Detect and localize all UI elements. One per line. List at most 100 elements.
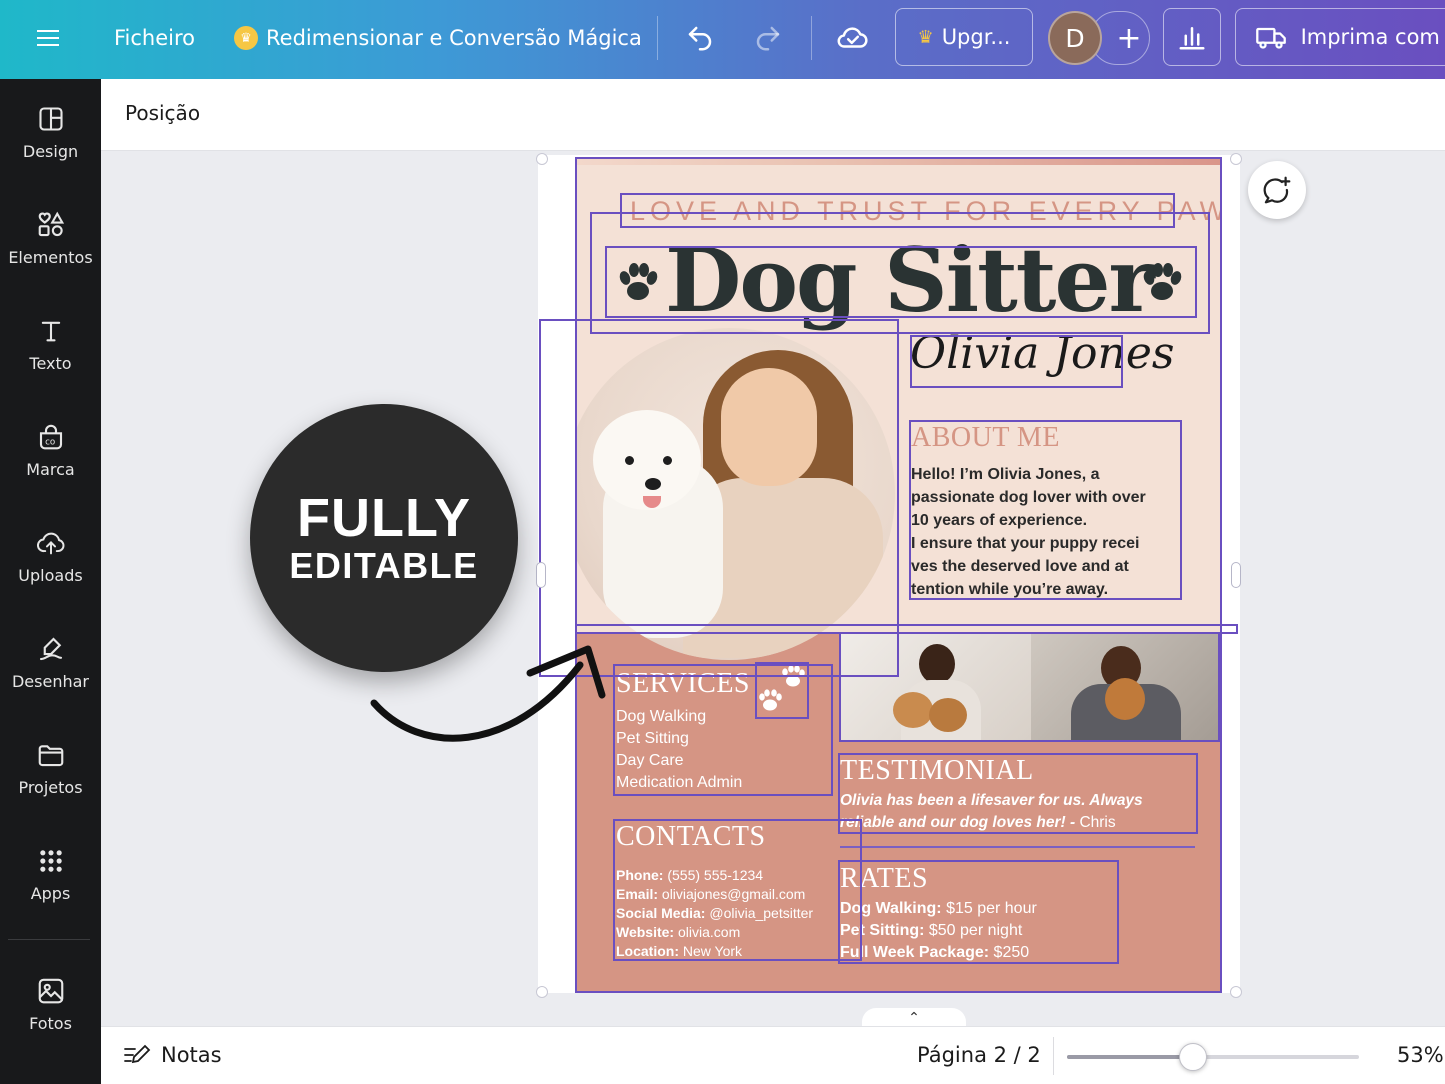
name-script-text[interactable]: Olivia Jones — [910, 328, 1174, 379]
photo-icon — [36, 976, 66, 1006]
testimonial-text[interactable]: Olivia has been a lifesaver for us. Alwa… — [840, 790, 1190, 834]
photo-woman-with-puppies[interactable] — [841, 634, 1031, 740]
menu-icon — [37, 37, 59, 39]
testimonial-author: Chris — [1079, 814, 1116, 831]
contact-value: olivia.com — [674, 924, 741, 940]
sidebar-item-photos[interactable]: Fotos — [0, 959, 101, 1049]
dog-head — [593, 410, 701, 510]
rates-heading[interactable]: RATES — [840, 863, 928, 895]
about-line: Hello! I’m Olivia Jones, a — [911, 466, 1100, 483]
insights-button[interactable] — [1163, 8, 1221, 66]
sidebar-item-label: Design — [22, 141, 79, 161]
sidebar-item-design[interactable]: Design — [0, 87, 101, 177]
zoom-slider-thumb[interactable] — [1178, 1043, 1207, 1071]
about-body[interactable]: Hello! I’m Olivia Jones, a passionate do… — [911, 463, 1176, 601]
sidebar-item-draw[interactable]: Desenhar — [0, 617, 101, 707]
sidebar-item-text[interactable]: Texto — [0, 299, 101, 389]
paws-icon — [759, 665, 805, 711]
sidebar-item-label: Fotos — [29, 1013, 72, 1033]
corner-handle[interactable] — [1230, 986, 1242, 998]
dog-nose — [645, 478, 661, 490]
zoom-level[interactable]: 53% — [1397, 1043, 1444, 1067]
truck-icon — [1255, 27, 1286, 49]
corner-handle[interactable] — [536, 153, 548, 165]
design-page[interactable]: LOVE AND TRUST FOR EVERY PAW Dog Sitter … — [575, 158, 1221, 992]
contact-label: Email: — [616, 886, 659, 902]
sidebar-item-label: Marca — [26, 459, 75, 479]
contact-row: Social Media: @olivia_petsitter — [616, 904, 813, 923]
avatar-initial: D — [1065, 23, 1085, 53]
badge-line-1: FULLY — [296, 488, 471, 548]
context-toolbar: Posição — [101, 79, 1445, 151]
services-heading[interactable]: SERVICES — [616, 668, 750, 700]
sidebar-item-apps[interactable]: Apps — [0, 829, 101, 919]
comment-plus-icon — [1263, 176, 1291, 204]
person-head — [919, 644, 955, 684]
title-text[interactable]: Dog Sitter — [665, 230, 1155, 330]
testimonial-heading[interactable]: TESTIMONIAL — [840, 755, 1034, 787]
corner-handle[interactable] — [536, 986, 548, 998]
file-menu-label: Ficheiro — [114, 26, 196, 50]
resize-handle[interactable] — [1231, 562, 1241, 588]
divider — [657, 16, 658, 60]
dog-eye — [625, 456, 634, 465]
top-bar: Ficheiro ♛ Redimensionar e Conversão Mág… — [0, 0, 1445, 79]
services-list[interactable]: Dog Walking Pet Sitting Day Care Medicat… — [616, 706, 742, 794]
upgrade-button[interactable]: ♛ Upgr... — [895, 8, 1033, 66]
rate-row: Pet Sitting: $50 per night — [840, 920, 1037, 942]
contact-value: @olivia_petsitter — [705, 905, 814, 921]
portrait-photo[interactable] — [575, 328, 895, 660]
plus-icon: + — [1116, 20, 1142, 56]
paw-icon — [619, 263, 658, 300]
folder-icon — [36, 740, 66, 770]
avatar[interactable]: D — [1048, 11, 1102, 65]
print-button[interactable]: Imprima com o — [1235, 8, 1445, 66]
zoom-slider-fill — [1067, 1055, 1193, 1059]
resize-handle[interactable] — [536, 562, 546, 588]
sidebar-item-uploads[interactable]: Uploads — [0, 511, 101, 601]
rates-list[interactable]: Dog Walking: $15 per hour Pet Sitting: $… — [840, 898, 1037, 964]
sidebar-item-brand[interactable]: co Marca — [0, 405, 101, 495]
position-button[interactable]: Posição — [125, 101, 200, 125]
decorative-strip — [575, 158, 1221, 165]
menu-button[interactable] — [22, 20, 74, 56]
about-line: I ensure that your puppy recei — [911, 535, 1140, 552]
zoom-slider[interactable] — [1067, 1043, 1359, 1071]
tagline-text[interactable]: LOVE AND TRUST FOR EVERY PAW — [630, 196, 1221, 227]
magic-resize-button[interactable]: ♛ Redimensionar e Conversão Mágica — [224, 18, 652, 58]
contact-row: Phone: (555) 555-1234 — [616, 866, 813, 885]
badge-line-2: EDITABLE — [289, 545, 479, 586]
contact-value: (555) 555-1234 — [663, 867, 764, 883]
photo-woman-with-beagle[interactable] — [1031, 634, 1221, 740]
contacts-list[interactable]: Phone: (555) 555-1234 Email: oliviajones… — [616, 866, 813, 961]
notes-icon — [124, 1044, 151, 1064]
contact-label: Phone: — [616, 867, 664, 883]
add-comment-button[interactable] — [1248, 161, 1306, 219]
save-status-button[interactable] — [827, 18, 879, 58]
corner-handle[interactable] — [1230, 153, 1242, 165]
rate-row: Dog Walking: $15 per hour — [840, 898, 1037, 920]
text-icon — [36, 316, 66, 346]
collapse-pages-button[interactable]: ⌃ — [862, 1008, 966, 1028]
page-indicator[interactable]: Página 2 / 2 — [917, 1043, 1041, 1067]
divider-line — [840, 846, 1195, 848]
about-heading[interactable]: ABOUT ME — [911, 422, 1060, 454]
notes-button[interactable]: Notas — [123, 1043, 222, 1067]
rate-label: Pet Sitting: — [840, 922, 925, 939]
contact-label: Social Media: — [616, 905, 706, 921]
svg-text:co: co — [45, 437, 55, 447]
contact-label: Location: — [616, 943, 679, 959]
undo-button[interactable] — [674, 18, 726, 58]
testimonial-quote: reliable and our dog loves her! - — [840, 814, 1080, 831]
contacts-heading[interactable]: CONTACTS — [616, 821, 766, 853]
apps-grid-icon — [36, 846, 66, 876]
sidebar-item-label: Texto — [29, 353, 72, 373]
sidebar-item-label: Projetos — [18, 777, 83, 797]
redo-button[interactable] — [742, 18, 794, 58]
paw-icon — [1143, 263, 1182, 300]
sidebar-item-projects[interactable]: Projetos — [0, 723, 101, 813]
sidebar-item-elements[interactable]: Elementos — [0, 193, 101, 283]
sidebar-divider — [8, 939, 90, 940]
file-menu-button[interactable]: Ficheiro — [100, 18, 209, 58]
redo-icon — [756, 26, 780, 51]
